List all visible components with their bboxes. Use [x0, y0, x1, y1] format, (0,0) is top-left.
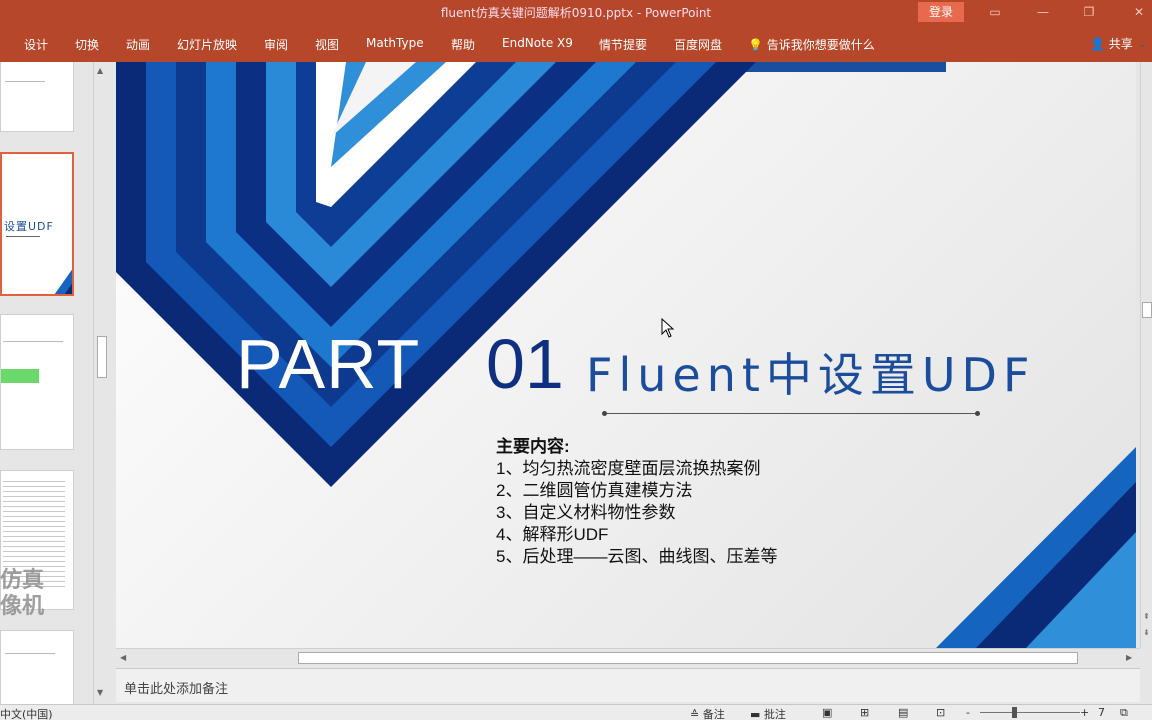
slide-editor: PART 01 Fluent中设置UDF 主要内容: 1、均匀热流密度壁面层流换… [112, 62, 1140, 648]
mouse-cursor-icon [661, 318, 675, 338]
scroll-down-icon[interactable]: ▼ [97, 688, 103, 697]
ribbon-tabs: 设计 切换 动画 幻灯片放映 审阅 视图 MathType 帮助 EndNote… [0, 26, 1152, 62]
previous-slide-icon[interactable]: ⇞ [1143, 612, 1150, 621]
next-slide-icon[interactable]: ⇟ [1143, 628, 1150, 637]
tab-storyboard[interactable]: 情节提要 [599, 36, 647, 53]
tab-review[interactable]: 审阅 [264, 36, 288, 53]
contents-label: 主要内容: [496, 437, 570, 456]
slide-sorter-view-icon[interactable]: ⊞ [860, 706, 869, 719]
reading-view-icon[interactable]: ▤ [898, 706, 908, 719]
slide-heading: Fluent中设置UDF [586, 348, 1036, 402]
tab-endnote[interactable]: EndNote X9 [502, 36, 573, 50]
lightbulb-icon: 💡 [748, 38, 763, 52]
part-number: 01 [486, 325, 564, 403]
close-icon[interactable]: ✕ [1124, 2, 1152, 22]
tab-baidu-netdisk[interactable]: 百度网盘 [674, 36, 722, 53]
contents-item: 4、解释形UDF [496, 525, 609, 544]
scroll-left-icon[interactable]: ◀ [120, 653, 126, 662]
slide-horizontal-scrollbar[interactable]: ◀ ▶ [116, 648, 1140, 666]
zoom-slider-track[interactable] [980, 712, 1080, 713]
scroll-right-icon[interactable]: ▶ [1126, 653, 1132, 662]
scroll-thumb[interactable] [1142, 302, 1152, 318]
tab-transitions[interactable]: 切换 [75, 36, 99, 53]
scroll-up-icon[interactable]: ▲ [97, 66, 103, 75]
minimize-icon[interactable]: — [1028, 2, 1058, 22]
contents-item: 5、后处理——云图、曲线图、压差等 [496, 547, 778, 566]
tab-view[interactable]: 视图 [315, 36, 339, 53]
zoom-out-button[interactable]: - [966, 706, 970, 719]
tell-me-search[interactable]: 💡 告诉我你想要做什么 [748, 36, 875, 53]
normal-view-icon[interactable]: ▣ [822, 706, 832, 719]
tell-me-label: 告诉我你想要做什么 [766, 38, 875, 52]
part-label: PART [236, 325, 421, 403]
notes-toggle-button[interactable]: ≙ 备注 [690, 706, 725, 720]
contents-textbox[interactable]: 主要内容: 1、均匀热流密度壁面层流换热案例 2、二维圆管仿真建模方法 3、自定… [496, 436, 777, 568]
scroll-thumb[interactable] [97, 336, 107, 378]
tab-slideshow[interactable]: 幻灯片放映 [177, 36, 237, 53]
status-bar: 中文(中国) ≙ 备注 ▬ 批注 ▣ ⊞ ▤ ⊡ - + 7 ⧉ [0, 704, 1152, 720]
comments-toggle-button[interactable]: ▬ 批注 [750, 706, 786, 720]
contents-item: 2、二维圆管仿真建模方法 [496, 481, 693, 500]
notes-placeholder: 单击此处添加备注 [124, 682, 229, 697]
slide-vertical-scrollbar[interactable]: ⇞ ⇟ [1140, 62, 1152, 648]
title-bar: fluent仿真关键问题解析0910.pptx - PowerPoint 登录 … [0, 0, 1152, 26]
fit-slide-icon[interactable]: ⧉ [1120, 706, 1128, 720]
slide-thumbnail-selected[interactable]: 设置UDF [0, 152, 74, 296]
share-label: 共享 [1108, 37, 1133, 51]
comment-icon: ▬ [750, 708, 761, 720]
slideshow-view-icon[interactable]: ⊡ [936, 706, 945, 719]
login-button[interactable]: 登录 [918, 2, 964, 22]
contents-item: 1、均匀热流密度壁面层流换热案例 [496, 459, 761, 478]
zoom-in-button[interactable]: + [1080, 706, 1089, 719]
heading-divider [602, 411, 980, 416]
zoom-slider-knob[interactable] [1012, 707, 1017, 718]
notes-icon: ≙ [690, 708, 700, 720]
tab-mathtype[interactable]: MathType [366, 36, 424, 50]
slide-canvas[interactable]: PART 01 Fluent中设置UDF 主要内容: 1、均匀热流密度壁面层流换… [116, 62, 1136, 648]
notes-pane[interactable]: 单击此处添加备注 [116, 668, 1140, 702]
contents-item: 3、自定义材料物性参数 [496, 503, 676, 522]
collapse-ribbon-icon[interactable]: ⌃ [1138, 44, 1146, 55]
watermark: 仿真 像机 [0, 568, 45, 619]
user-icon: 👤 [1090, 37, 1105, 51]
ribbon-display-options-icon[interactable]: ▭ [980, 2, 1010, 22]
slide-thumbnail[interactable] [0, 62, 74, 132]
tab-animations[interactable]: 动画 [126, 36, 150, 53]
tab-design[interactable]: 设计 [24, 36, 48, 53]
share-button[interactable]: 👤 共享 [1090, 35, 1133, 52]
slide-thumbnail[interactable] [0, 314, 74, 450]
zoom-level[interactable]: 7 [1098, 706, 1105, 719]
language-indicator[interactable]: 中文(中国) [0, 706, 53, 720]
thumb-title: 设置UDF [4, 220, 54, 233]
scroll-thumb[interactable] [298, 652, 1078, 664]
tab-help[interactable]: 帮助 [451, 36, 475, 53]
maximize-icon[interactable]: ❐ [1074, 2, 1104, 22]
thumbnail-scrollbar[interactable]: ▲ ▼ [93, 62, 109, 704]
slide-thumbnail[interactable] [0, 630, 74, 704]
